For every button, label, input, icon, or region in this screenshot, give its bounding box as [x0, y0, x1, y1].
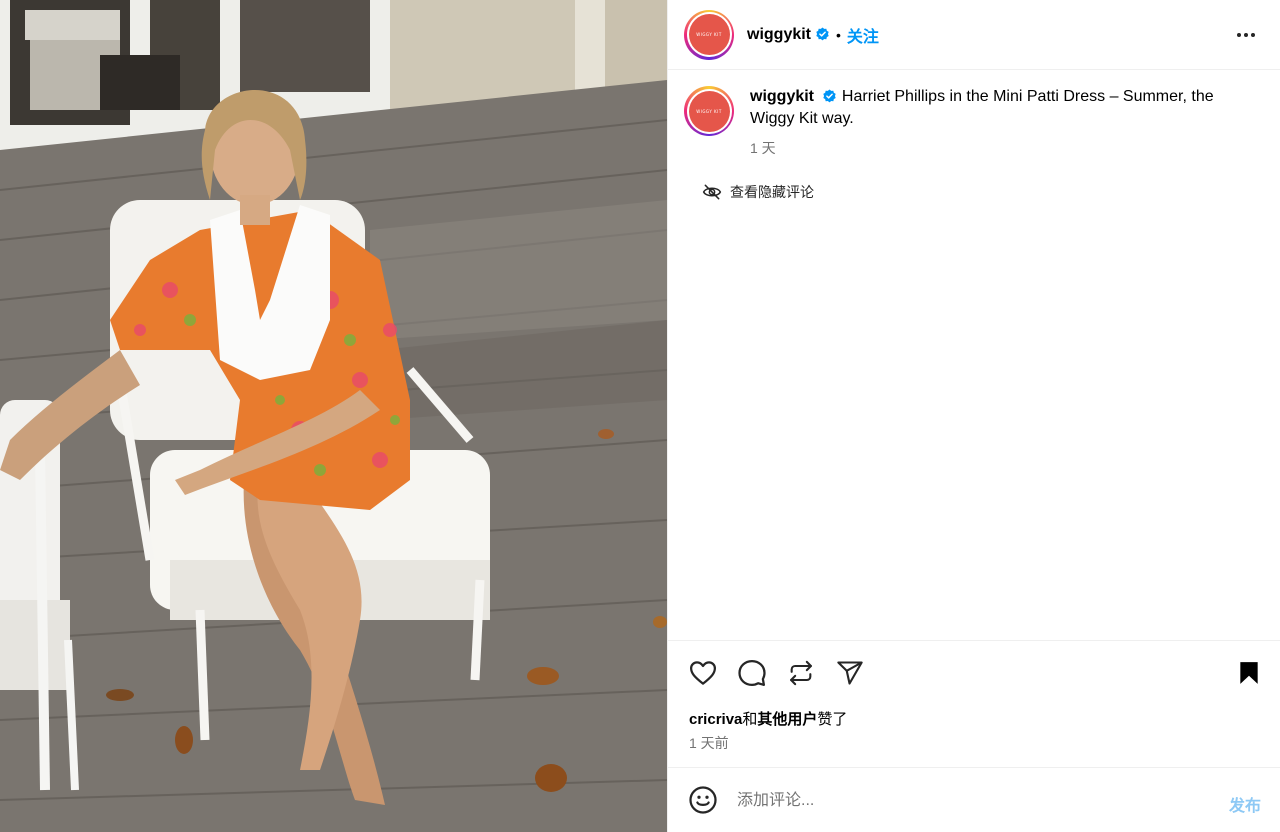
caption-username[interactable]: wiggykit: [750, 88, 814, 105]
caption-body-text: Harriet Phillips in the Mini Patti Dress…: [750, 88, 1214, 127]
emoji-smile-icon[interactable]: [688, 785, 718, 815]
post-header: WIGGY KIT wiggykit • 关注: [668, 0, 1280, 70]
view-hidden-comments-label: 查看隐藏评论: [730, 184, 814, 200]
comment-bubble-icon[interactable]: [736, 657, 768, 689]
view-hidden-comments-button[interactable]: 查看隐藏评论: [702, 182, 814, 202]
comment-input[interactable]: [737, 788, 1207, 814]
liked-by-others[interactable]: 其他用户: [757, 711, 817, 728]
bookmark-filled-icon[interactable]: [1233, 657, 1265, 689]
post-timestamp[interactable]: 1 天前: [689, 733, 729, 753]
follow-button[interactable]: 关注: [847, 23, 879, 47]
caption-author-avatar[interactable]: WIGGY KIT: [684, 86, 734, 136]
repost-icon[interactable]: [785, 657, 817, 689]
caption-timestamp[interactable]: 1 天: [750, 138, 1250, 158]
post-detail-panel: WIGGY KIT wiggykit • 关注 WIGGY KIT wiggyk…: [667, 0, 1280, 832]
post-caption: WIGGY KIT wiggykit Harriet Phillips in t…: [684, 86, 1264, 158]
paper-plane-icon[interactable]: [834, 657, 866, 689]
heart-icon[interactable]: [687, 657, 719, 689]
likes-connector: 和: [742, 711, 758, 728]
eye-slash-icon: [702, 184, 722, 200]
separator-dot: •: [836, 26, 841, 43]
author-avatar[interactable]: WIGGY KIT: [684, 9, 734, 60]
likes-suffix: 赞了: [817, 711, 848, 728]
post-actions-bar: [668, 640, 1280, 706]
liked-by-user[interactable]: cricriva: [689, 711, 742, 728]
author-username[interactable]: wiggykit: [747, 26, 811, 44]
avatar-logo: WIGGY KIT: [688, 90, 730, 132]
likes-summary: cricriva和其他用户赞了: [689, 708, 847, 729]
verified-badge-icon: [823, 89, 837, 103]
add-comment-section: 发布: [668, 767, 1280, 832]
verified-badge-icon: [816, 27, 829, 41]
avatar-logo: WIGGY KIT: [688, 14, 730, 55]
post-comment-button[interactable]: 发布: [1229, 792, 1261, 816]
post-photo-illustration: [0, 0, 667, 832]
post-image[interactable]: [0, 0, 667, 832]
more-horizontal-icon[interactable]: [1235, 24, 1257, 46]
